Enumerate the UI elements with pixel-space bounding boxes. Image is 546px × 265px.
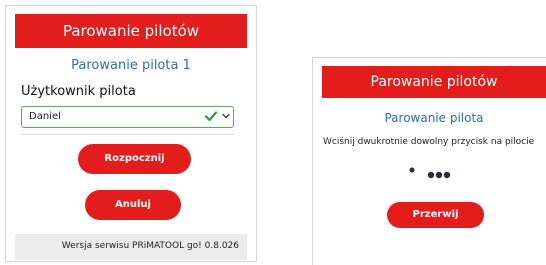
pairing-instruction: Wciśnij dwukrotnie dowolny przycisk na p… <box>323 137 535 147</box>
remote-user-select[interactable]: Daniel <box>21 106 234 128</box>
check-icon <box>204 111 218 122</box>
subtitle: Parowanie pilota <box>384 111 484 125</box>
remote-user-select-value: Daniel <box>29 111 61 122</box>
subtitle: Parowanie pilota 1 <box>71 58 191 73</box>
pairing-panel-in-progress: Parowanie pilotów Parowanie pilota Wciśn… <box>312 57 546 265</box>
start-pairing-button[interactable]: Rozpocznij parowanie <box>78 144 191 194</box>
cancel-button[interactable]: Anuluj <box>85 190 181 220</box>
version-text: Wersja serwisu PRiMATOOL go! 0.8.026 <box>61 241 239 251</box>
stop-pairing-button[interactable]: Przerwij parowanie <box>387 202 484 246</box>
footer: Wersja serwisu PRiMATOOL go! 0.8.026 <box>15 234 247 260</box>
header-title: Parowanie pilotów <box>322 66 546 98</box>
header-title: Parowanie pilotów <box>15 14 247 48</box>
divider <box>21 134 234 135</box>
pairing-panel-select-user: Parowanie pilotów Parowanie pilota 1 Uży… <box>5 5 257 262</box>
loading-dots-icon <box>409 167 451 179</box>
remote-user-label: Użytkownik pilota <box>21 84 136 99</box>
chevron-down-icon[interactable] <box>221 111 231 121</box>
